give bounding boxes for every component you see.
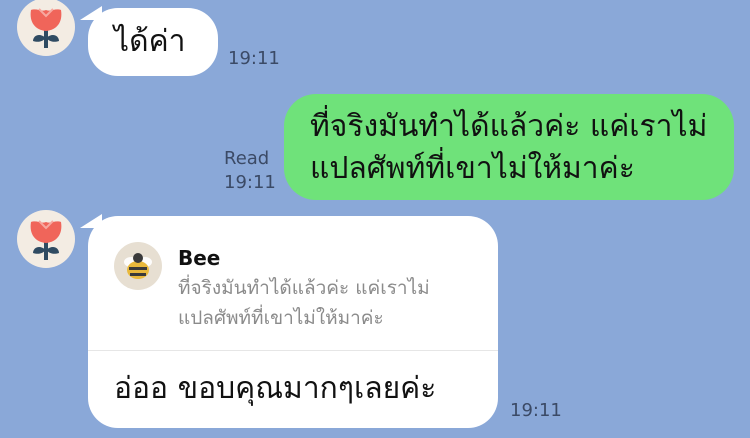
contact-avatar[interactable] [17, 210, 75, 268]
reply-quote-line-2: แปลศัพท์ที่เขาไม่ให้มาค่ะ [178, 307, 384, 329]
flower-icon [30, 8, 62, 48]
reply-quote-line-1: ที่จริงมันทำได้แล้วค่ะ แค่เราไม่ [178, 277, 430, 299]
read-receipt: Read [224, 148, 270, 169]
outgoing-message-bubble[interactable]: ที่จริงมันทำได้แล้วค่ะ แค่เราไม่ แปลศัพท… [284, 94, 734, 200]
message-time: 19:11 [224, 172, 276, 193]
bee-icon [124, 253, 152, 279]
reply-sender-name: Bee [178, 246, 221, 270]
contact-avatar[interactable] [17, 0, 75, 56]
flower-icon [30, 220, 62, 260]
message-text: อ่ออ ขอบคุณมากๆเลยค่ะ [114, 371, 437, 406]
message-text: ได้ค่า [114, 24, 186, 59]
reply-avatar [114, 242, 162, 290]
message-time: 19:11 [510, 400, 562, 421]
incoming-reply-message-bubble[interactable]: Bee ที่จริงมันทำได้แล้วค่ะ แค่เราไม่ แปล… [88, 216, 498, 428]
message-line-1: ที่จริงมันทำได้แล้วค่ะ แค่เราไม่ [310, 109, 708, 144]
reply-divider [88, 350, 498, 351]
message-time: 19:11 [228, 48, 280, 69]
incoming-message-bubble[interactable]: ได้ค่า [88, 8, 218, 76]
message-line-2: แปลศัพท์ที่เขาไม่ให้มาค่ะ [310, 151, 635, 186]
